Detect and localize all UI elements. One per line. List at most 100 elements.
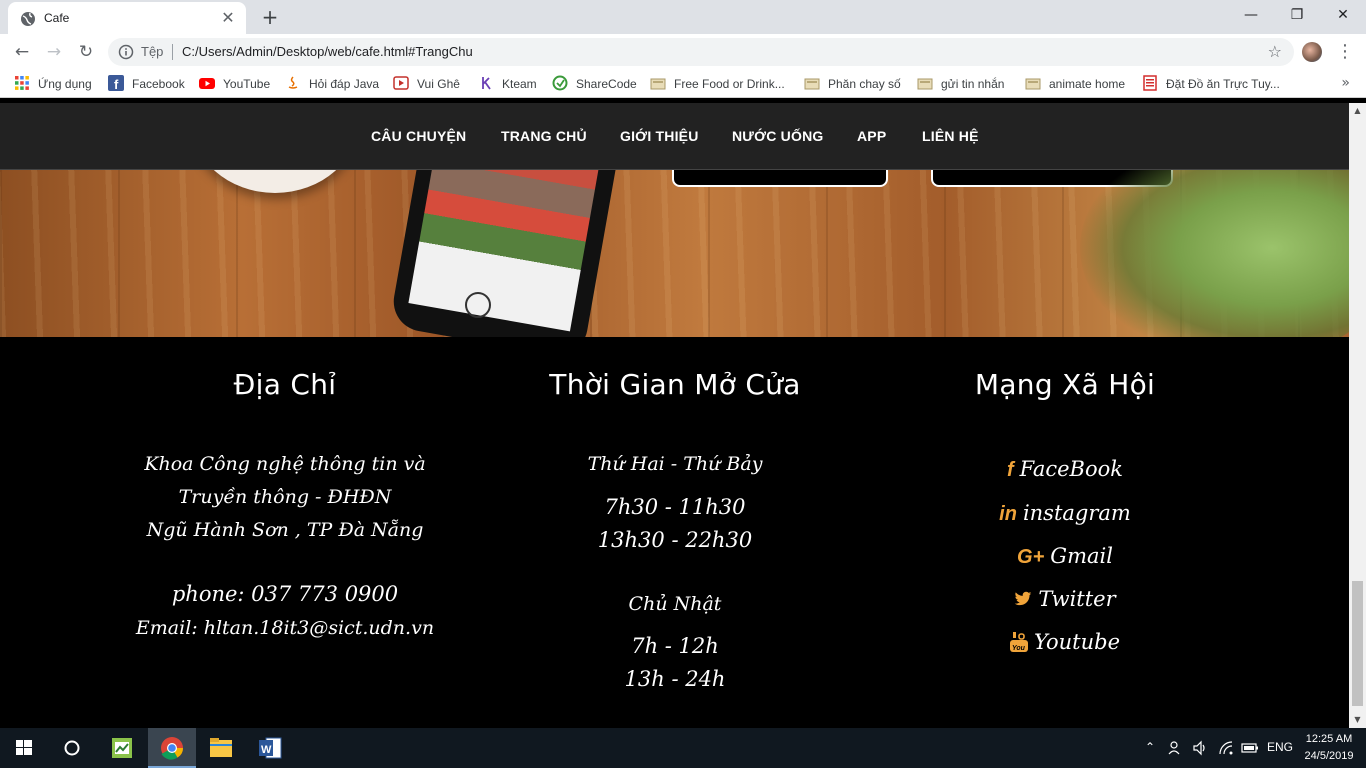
cortana-button[interactable] xyxy=(48,728,96,768)
address-bar[interactable]: Tệp C:/Users/Admin/Desktop/web/cafe.html… xyxy=(108,38,1294,66)
url-text[interactable]: C:/Users/Admin/Desktop/web/cafe.html#Tra… xyxy=(182,44,473,59)
tray-chevron-icon[interactable]: ⌃ xyxy=(1145,740,1155,754)
facebook-icon: f xyxy=(108,75,124,91)
scrollbar-thumb[interactable] xyxy=(1352,581,1363,706)
scroll-up-icon[interactable]: ▲ xyxy=(1353,106,1362,115)
profile-avatar[interactable] xyxy=(1302,42,1322,62)
bookmark-label: YouTube xyxy=(223,77,271,91)
clock-time: 12:25 AM xyxy=(1305,733,1353,745)
bookmark-kteam[interactable]: Kteam xyxy=(478,75,537,93)
taskbar-clock[interactable]: 12:25 AM 24/5/2019 xyxy=(1300,731,1358,765)
taskbar-file-explorer[interactable] xyxy=(197,728,245,768)
social-link-facebook[interactable]: f FaceBook xyxy=(845,457,1285,482)
bookmark-label: Đặt Đồ ăn Trực Tuy... xyxy=(1166,77,1280,91)
chrome-icon xyxy=(161,737,183,760)
tab-title: Cafe xyxy=(44,11,70,25)
bookmark-label: Vui Ghê xyxy=(417,77,460,91)
email-text[interactable]: Email: hltan.18it3@sict.udn.vn xyxy=(65,617,505,639)
globe-icon xyxy=(21,12,35,26)
bookmark-animatehome[interactable]: animate home xyxy=(1025,75,1125,93)
web-page: CÂU CHUYỆN TRANG CHỦ GIỚI THIỆU NƯỚC UỐN… xyxy=(0,103,1349,728)
bookmark-datdoan[interactable]: Đặt Đồ ăn Trực Tuy... xyxy=(1142,75,1280,93)
social-label: Youtube xyxy=(1033,630,1121,654)
bookmark-facebook[interactable]: f Facebook xyxy=(108,75,185,93)
new-tab-button[interactable]: + xyxy=(258,5,282,29)
taskbar-word[interactable]: W xyxy=(246,728,294,768)
facebook-icon: f xyxy=(1007,459,1014,481)
bookmark-label: Ứng dụng xyxy=(38,77,92,91)
address-line-3: Ngũ Hành Sơn , TP Đà Nẵng xyxy=(146,519,424,541)
taskbar-chrome[interactable] xyxy=(148,728,196,768)
address-heading: Địa Chỉ xyxy=(233,368,337,401)
back-button[interactable]: ← xyxy=(10,40,34,64)
bookmark-label: Phăn chay số xyxy=(828,77,901,91)
sunday-afternoon-hours: 13h - 24h xyxy=(624,667,726,691)
social-link-instagram[interactable]: in instagram xyxy=(845,501,1285,526)
phone-text: phone: 037 773 0900 xyxy=(171,582,399,606)
folder-icon xyxy=(917,78,933,90)
social-link-twitter[interactable]: Twitter xyxy=(845,587,1285,611)
nav-cau-chuyen[interactable]: CÂU CHUYỆN xyxy=(371,128,466,144)
hours-column: Thời Gian Mở Cửa Thứ Hai - Thứ Bảy 7h30 … xyxy=(455,337,895,728)
scroll-down-icon[interactable]: ▼ xyxy=(1353,715,1362,724)
taskbar-app-1[interactable] xyxy=(98,728,146,768)
nav-lien-he[interactable]: LIÊN HỆ xyxy=(922,128,979,144)
clock-date: 24/5/2019 xyxy=(1304,750,1354,762)
bookmark-label: Hỏi đáp Java xyxy=(309,77,380,91)
social-label: FaceBook xyxy=(1019,457,1123,481)
wifi-icon[interactable] xyxy=(1218,740,1234,756)
bookmark-label: Facebook xyxy=(132,77,185,91)
site-navbar: CÂU CHUYỆN TRANG CHỦ GIỚI THIỆU NƯỚC UỐN… xyxy=(0,103,1349,170)
restore-button[interactable]: ❐ xyxy=(1274,0,1320,30)
start-button[interactable] xyxy=(0,728,48,768)
battery-icon[interactable] xyxy=(1241,741,1259,755)
bookmark-star-icon[interactable]: ☆ xyxy=(1268,42,1282,61)
hours-heading: Thời Gian Mở Cửa xyxy=(549,368,801,401)
linkedin-icon: in xyxy=(999,503,1017,525)
video-icon xyxy=(393,76,409,90)
java-icon xyxy=(288,76,298,89)
info-icon[interactable] xyxy=(118,44,134,60)
reload-button[interactable]: ↻ xyxy=(74,40,98,64)
social-label: Gmail xyxy=(1050,544,1113,568)
bookmark-apps[interactable]: Ứng dụng xyxy=(14,75,92,93)
language-indicator[interactable]: ENG xyxy=(1267,740,1293,754)
minimize-button[interactable]: — xyxy=(1228,0,1274,30)
folder-icon xyxy=(650,78,666,90)
nav-gioi-thieu[interactable]: GIỚI THIỆU xyxy=(620,128,699,144)
youtube-icon: You xyxy=(1009,632,1028,652)
svg-text:f: f xyxy=(114,77,119,91)
page-scrollbar[interactable]: ▲ ▼ xyxy=(1349,103,1366,728)
close-window-button[interactable]: ✕ xyxy=(1320,0,1366,30)
twitter-icon xyxy=(1015,591,1032,606)
bookmark-label: animate home xyxy=(1049,77,1126,91)
bookmark-java[interactable]: Hỏi đáp Java xyxy=(285,75,379,93)
bookmark-sharecode[interactable]: ShareCode xyxy=(552,75,637,93)
social-label: instagram xyxy=(1022,501,1131,525)
browser-menu-icon[interactable]: ⋮ xyxy=(1336,40,1354,64)
bookmark-guitinnhan[interactable]: gửi tin nhắn xyxy=(917,75,1004,93)
forward-button[interactable]: → xyxy=(42,40,66,64)
bookmark-vuighe[interactable]: Vui Ghê xyxy=(393,75,460,93)
bookmark-phanchay[interactable]: Phăn chay số xyxy=(804,75,901,93)
sunday-label: Chủ Nhật xyxy=(628,593,722,615)
nav-trang-chu[interactable]: TRANG CHỦ xyxy=(501,128,587,144)
social-link-youtube[interactable]: You Youtube xyxy=(845,630,1285,654)
bookmark-youtube[interactable]: YouTube xyxy=(199,75,270,93)
browser-tab[interactable]: Cafe ✕ xyxy=(8,2,246,34)
social-link-gmail[interactable]: G+ Gmail xyxy=(845,544,1285,569)
people-icon[interactable] xyxy=(1168,740,1184,756)
word-icon: W xyxy=(259,737,282,759)
youtube-icon xyxy=(199,78,215,89)
app-icon xyxy=(112,738,132,758)
bookmarks-overflow-button[interactable]: » xyxy=(1341,75,1350,91)
bookmark-freefood[interactable]: Free Food or Drink... xyxy=(650,75,785,93)
nav-nuoc-uong[interactable]: NƯỚC UỐNG xyxy=(732,128,823,144)
tab-close-icon[interactable]: ✕ xyxy=(218,8,238,28)
nav-app[interactable]: APP xyxy=(857,128,886,144)
weekday-morning-hours: 7h30 - 11h30 xyxy=(604,495,746,519)
volume-icon[interactable] xyxy=(1192,740,1208,756)
folder-icon xyxy=(804,78,820,90)
apps-grid-icon xyxy=(15,76,29,90)
browser-toolbar: ← → ↻ Tệp C:/Users/Admin/Desktop/web/caf… xyxy=(0,34,1366,70)
